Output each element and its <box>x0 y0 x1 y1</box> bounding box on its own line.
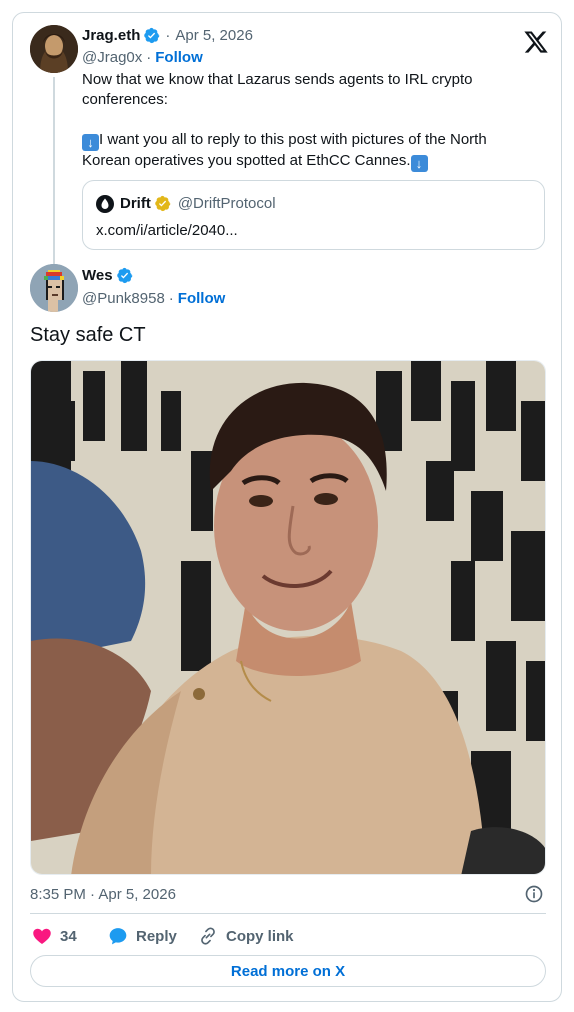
copy-link-label: Copy link <box>226 927 294 945</box>
reply-label: Reply <box>136 927 177 945</box>
follow-button[interactable]: Follow <box>155 49 203 66</box>
heart-icon <box>33 928 51 944</box>
separator-dot: · <box>168 290 174 307</box>
down-arrow-emoji-icon: ↓ <box>410 155 428 172</box>
tweet-text-line: conferences: <box>82 91 168 108</box>
avatar[interactable] <box>30 25 78 73</box>
tweet-text-line: Korean operatives you spotted at EthCC C… <box>82 151 542 172</box>
like-count: 34 <box>60 927 77 945</box>
reply-bubble-icon <box>109 928 127 945</box>
photo-image <box>31 361 545 874</box>
punk-avatar-image <box>30 264 78 312</box>
link-icon <box>201 927 215 945</box>
parent-handle-row: @Jrag0x · Follow <box>82 49 203 66</box>
quote-link-text[interactable]: x.com/i/article/2040... <box>96 222 238 239</box>
reply-tweet-text: Stay safe CT <box>30 324 146 346</box>
down-arrow-emoji-icon: ↓ <box>82 134 99 151</box>
quote-display-name: Drift <box>120 195 151 212</box>
embedded-tweet-card: Jrag.eth · Apr 5, 2026 @Jrag0x · Follow … <box>12 12 562 1002</box>
divider <box>30 913 546 914</box>
tweet-timestamp[interactable]: 8:35 PM · Apr 5, 2026 <box>30 886 176 903</box>
quoted-tweet-card[interactable]: Drift @DriftProtocol x.com/i/article/204… <box>82 180 545 250</box>
reply-author-row: Wes <box>82 267 133 284</box>
author-handle[interactable]: @Jrag0x <box>82 49 142 66</box>
x-logo-icon[interactable] <box>523 29 549 55</box>
gold-verified-badge-icon <box>155 195 171 212</box>
tweet-text-line: Now that we know that Lazarus sends agen… <box>82 71 473 88</box>
read-more-button[interactable]: Read more on X <box>30 955 546 987</box>
separator-dot: · <box>146 49 152 66</box>
quote-handle: @DriftProtocol <box>177 195 276 212</box>
avatar-portrait-image <box>30 25 78 73</box>
avatar[interactable] <box>30 264 78 312</box>
follow-button[interactable]: Follow <box>178 290 226 307</box>
drift-logo-icon <box>96 195 114 213</box>
parent-author-row: Jrag.eth · Apr 5, 2026 <box>82 27 253 44</box>
tweet-text-line: ↓ I want you all to reply to this post wi… <box>82 130 542 151</box>
reply-button[interactable]: Reply <box>108 926 177 946</box>
tweet-date[interactable]: Apr 5, 2026 <box>175 27 253 44</box>
tweet-photo[interactable] <box>30 360 546 875</box>
thread-connector-line <box>53 77 55 265</box>
parent-tweet-text: Now that we know that Lazarus sends agen… <box>82 70 542 172</box>
author-handle[interactable]: @Punk8958 <box>82 290 165 307</box>
reply-handle-row: @Punk8958 · Follow <box>82 290 225 307</box>
copy-link-button[interactable]: Copy link <box>198 926 294 946</box>
verified-badge-icon <box>144 27 160 44</box>
author-display-name[interactable]: Wes <box>82 267 113 284</box>
tweet-text-line4: Korean operatives you spotted at EthCC C… <box>82 152 411 169</box>
like-button[interactable]: 34 <box>32 926 77 946</box>
separator-dot: · <box>165 27 171 44</box>
author-display-name[interactable]: Jrag.eth <box>82 27 140 44</box>
tweet-text-line3: I want you all to reply to this post wit… <box>99 131 487 148</box>
info-icon[interactable] <box>524 884 544 904</box>
quote-author-row: Drift @DriftProtocol <box>120 195 276 212</box>
verified-badge-icon <box>116 267 132 284</box>
